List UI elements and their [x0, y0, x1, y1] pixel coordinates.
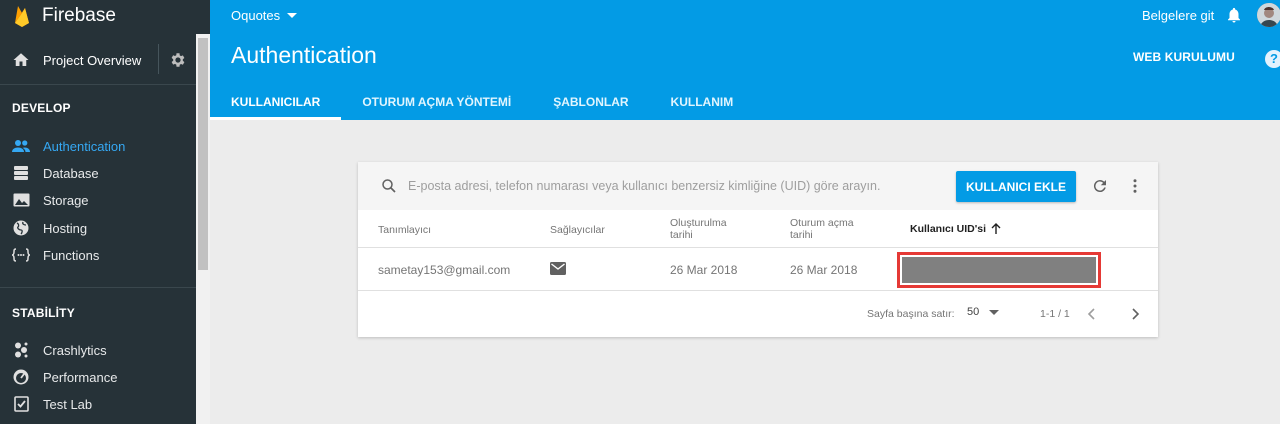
docs-link[interactable]: Belgelere git	[1142, 8, 1214, 23]
tab-users[interactable]: KULLANICILAR	[210, 84, 342, 120]
sidebar-divider	[0, 287, 196, 288]
sidebar-divider	[0, 84, 196, 85]
sidebar-item-label: Authentication	[43, 138, 126, 154]
sidebar-item-functions[interactable]: Functions	[0, 242, 196, 268]
project-selector[interactable]: Oquotes	[231, 8, 298, 23]
help-icon[interactable]: ?	[1265, 50, 1280, 68]
gear-icon[interactable]	[169, 51, 187, 69]
sidebar-scrollbar[interactable]	[196, 34, 210, 424]
project-overview-label: Project Overview	[43, 52, 142, 68]
sidebar-item-authentication[interactable]: Authentication	[0, 133, 196, 159]
chevron-down-icon	[287, 13, 298, 18]
section-stability: STABİLİTY	[12, 306, 75, 320]
column-providers[interactable]: Sağlayıcılar	[550, 224, 605, 236]
table-row[interactable]: sametay153@gmail.com 26 Mar 2018 26 Mar …	[358, 249, 1158, 291]
chevron-down-icon	[989, 309, 1000, 315]
column-uid-label: Kullanıcı UID'si	[910, 223, 987, 235]
sidebar-item-performance[interactable]: Performance	[0, 364, 196, 390]
app-header: Oquotes Belgelere git Authentication WEB…	[210, 0, 1280, 120]
page-range: 1-1 / 1	[1040, 308, 1070, 320]
firebase-brand[interactable]: Firebase	[0, 0, 210, 32]
table-pagination: Sayfa başına satır: 50 1-1 / 1	[358, 292, 1158, 337]
database-icon	[14, 166, 28, 180]
sidebar-item-label: Hosting	[43, 220, 88, 236]
sidebar-item-label: Storage	[43, 192, 89, 208]
globe-icon	[13, 220, 29, 236]
add-user-button[interactable]: KULLANICI EKLE	[956, 171, 1076, 202]
sidebar-item-label: Database	[43, 165, 99, 181]
functions-icon	[12, 248, 30, 262]
crashlytics-icon	[15, 342, 28, 358]
users-card: KULLANICI EKLE Tanımlayıcı Sağlayıcılar …	[358, 162, 1158, 337]
search-toolbar: KULLANICI EKLE	[358, 162, 1158, 210]
tab-usage[interactable]: KULLANIM	[650, 84, 755, 120]
uid-redaction	[902, 257, 1096, 283]
scrollbar-thumb[interactable]	[198, 38, 208, 270]
home-icon	[13, 53, 29, 66]
section-develop: DEVELOP	[12, 101, 71, 115]
sidebar-item-label: Performance	[43, 369, 118, 385]
more-vert-icon[interactable]	[1126, 177, 1144, 195]
web-setup-button[interactable]: WEB KURULUMU	[1133, 50, 1235, 64]
search-input[interactable]	[408, 174, 928, 198]
sidebar-item-hosting[interactable]: Hosting	[0, 215, 196, 241]
checklist-icon	[13, 396, 29, 412]
cell-signed-in: 26 Mar 2018	[790, 263, 858, 277]
cell-created: 26 Mar 2018	[670, 263, 738, 277]
tab-templates[interactable]: ŞABLONLAR	[532, 84, 649, 120]
user-photo-icon	[1257, 3, 1280, 27]
image-icon	[13, 193, 29, 207]
sidebar-item-label: Test Lab	[43, 396, 93, 412]
column-signin-line1: Oturum açma	[790, 217, 854, 229]
uid-redacted-highlight	[897, 252, 1101, 288]
refresh-icon[interactable]	[1091, 177, 1109, 195]
rows-per-page-label: Sayfa başına satır:	[867, 308, 955, 320]
page-title: Authentication	[231, 42, 377, 68]
column-created-line1: Oluşturulma	[670, 217, 727, 229]
project-name: Oquotes	[231, 8, 281, 23]
cell-identifier: sametay153@gmail.com	[378, 263, 511, 277]
overview-separator	[158, 44, 159, 74]
tab-sign-in-method[interactable]: OTURUM AÇMA YÖNTEMİ	[341, 84, 532, 120]
sidebar-item-storage[interactable]: Storage	[0, 187, 196, 213]
column-created[interactable]: Oluşturulma tarihi	[670, 217, 727, 241]
sidebar-item-crashlytics[interactable]: Crashlytics	[0, 337, 196, 363]
arrow-up-icon	[991, 223, 1001, 234]
speedometer-icon	[13, 369, 29, 385]
users-icon	[12, 140, 30, 152]
column-created-line2: tarihi	[670, 229, 693, 241]
brand-title: Firebase	[42, 5, 116, 26]
rows-per-page-value: 50	[967, 306, 980, 318]
bell-icon[interactable]	[1225, 6, 1243, 24]
column-uid[interactable]: Kullanıcı UID'si	[910, 223, 1002, 235]
sidebar-item-database[interactable]: Database	[0, 160, 196, 186]
column-identifier[interactable]: Tanımlayıcı	[378, 224, 431, 236]
table-header: Tanımlayıcı Sağlayıcılar Oluşturulma tar…	[358, 210, 1158, 248]
firebase-logo-icon	[15, 6, 29, 27]
sidebar-item-label: Crashlytics	[43, 342, 107, 358]
sidebar-item-label: Functions	[43, 247, 100, 263]
column-signed-in[interactable]: Oturum açma tarihi	[790, 217, 854, 241]
avatar[interactable]	[1257, 3, 1280, 27]
rows-per-page-select[interactable]: 50	[967, 306, 1000, 318]
chevron-left-icon[interactable]	[1084, 306, 1100, 322]
tab-bar: KULLANICILAR OTURUM AÇMA YÖNTEMİ ŞABLONL…	[210, 84, 754, 120]
column-signin-line2: tarihi	[790, 229, 813, 241]
sidebar: Firebase Project Overview DEVELOP Authen…	[0, 0, 210, 424]
project-overview-item[interactable]: Project Overview	[0, 38, 196, 82]
chevron-right-icon[interactable]	[1127, 306, 1143, 322]
email-icon	[550, 262, 566, 275]
sidebar-item-test-lab[interactable]: Test Lab	[0, 391, 196, 417]
search-icon	[382, 179, 396, 193]
